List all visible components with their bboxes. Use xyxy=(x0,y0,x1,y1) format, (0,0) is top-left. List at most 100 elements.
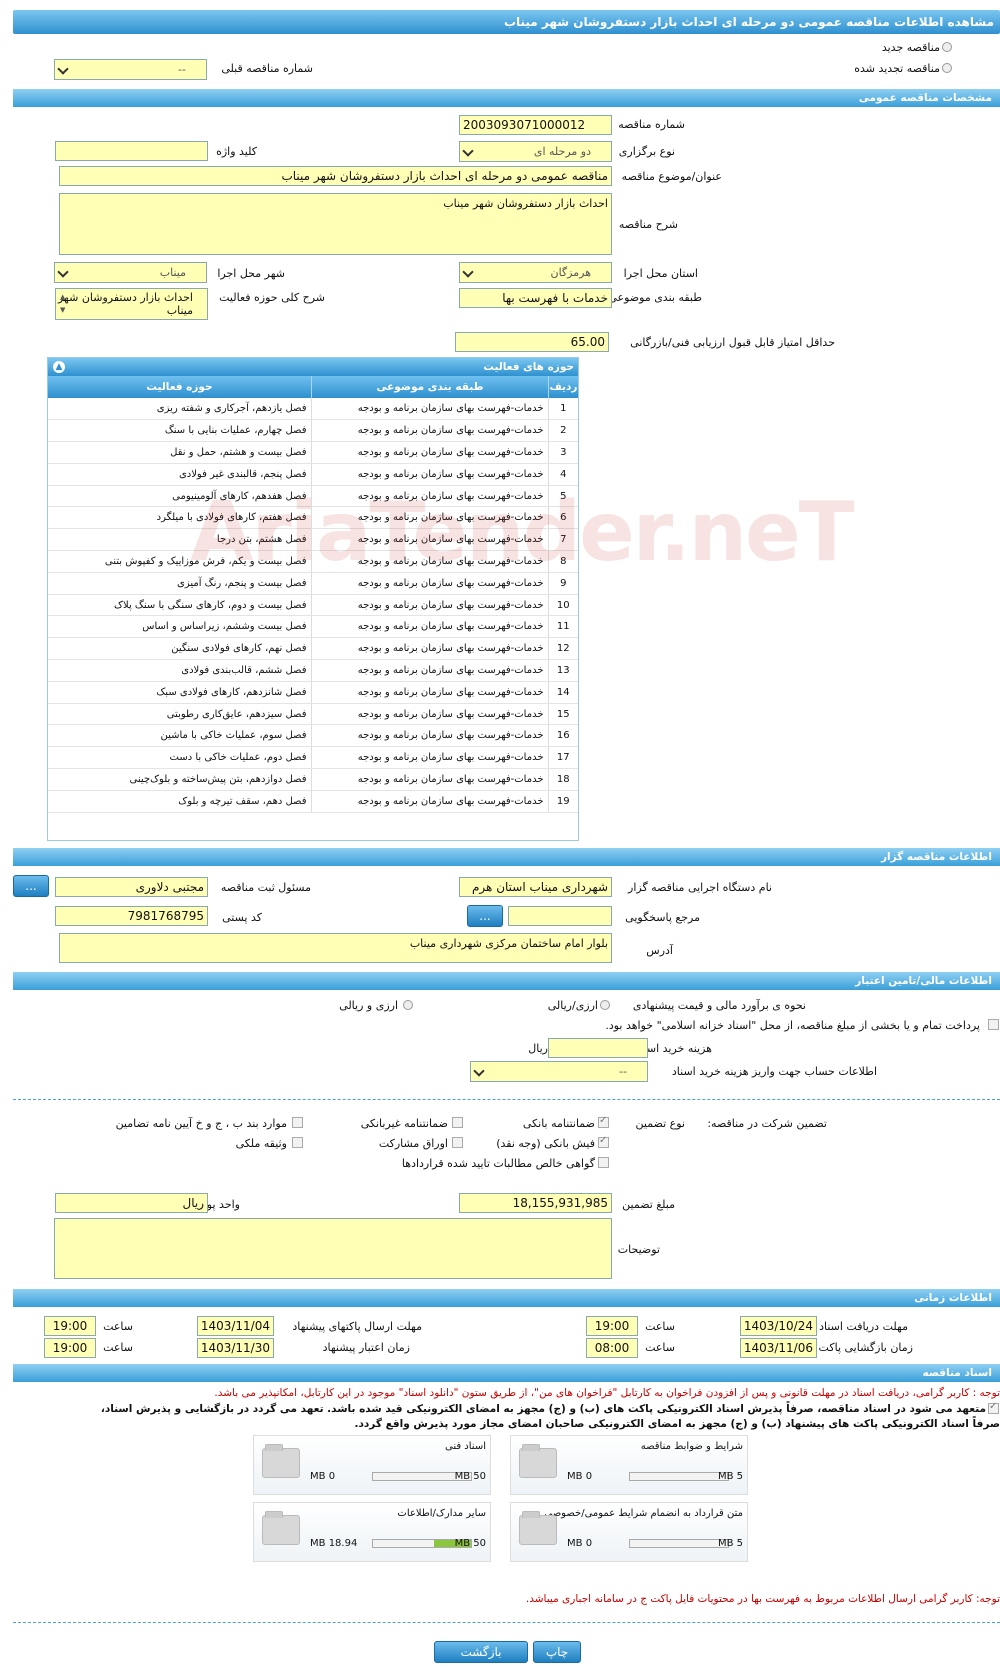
reference-field xyxy=(508,906,612,926)
activity-row-category: خدمات-فهرست بهای سازمان برنامه و بودجه xyxy=(310,768,548,791)
keyword-field[interactable] xyxy=(55,141,208,161)
cash-receipt-checkbox[interactable] xyxy=(598,1135,609,1148)
folder-icon xyxy=(519,1444,557,1478)
bylaw-items-label: موارد بند ب ، ج و خ آیین نامه تضامین xyxy=(115,1117,287,1130)
responsible-label: مسئول ثبت مناقصه xyxy=(220,881,311,894)
treasury-label: پرداخت تمام و یا بخشی از مبلغ مناقصه، از… xyxy=(605,1019,980,1032)
watermark: AriaTender.neT xyxy=(190,485,855,580)
activity-row-category: خدمات-فهرست بهای سازمان برنامه و بودجه xyxy=(310,441,548,464)
activity-row: 12 خدمات-فهرست بهای سازمان برنامه و بودجه… xyxy=(48,637,578,661)
bonds-checkbox[interactable] xyxy=(452,1137,463,1148)
description-field: احداث بازار دستفروشان شهر میناب xyxy=(59,193,612,255)
activity-row-index: 3 xyxy=(547,441,578,464)
open-label: زمان بازگشایی پاکت ها xyxy=(805,1341,913,1354)
activity-row-category: خدمات-فهرست بهای سازمان برنامه و بودجه xyxy=(310,615,548,639)
page-title: مشاهده اطلاعات مناقصه عمومی دو مرحله ای … xyxy=(13,10,1000,34)
send-date: 1403/11/04 xyxy=(197,1316,274,1336)
footer-note: توجه: کاربر گرامی ارسال اطلاعات مربوط به… xyxy=(525,1593,1000,1605)
bonds-label: اوراق مشارکت xyxy=(378,1137,448,1150)
treasury-checkbox[interactable] xyxy=(988,1019,999,1030)
activity-row: 19 خدمات-فهرست بهای سازمان برنامه و بودجه… xyxy=(48,790,578,813)
docs-note-3: صرفاً اسناد الکترونیکی پاکت های پیشنهاد … xyxy=(354,1418,1000,1430)
city-select[interactable]: میناب xyxy=(54,262,207,283)
type-select[interactable]: دو مرحله ای xyxy=(459,141,612,162)
province-label: استان محل اجرا xyxy=(623,267,698,280)
subject-field: مناقصه عمومی دو مرحله ای احداث بازار دست… xyxy=(59,166,612,186)
folder-icon xyxy=(262,1511,300,1545)
activity-row-category: خدمات-فهرست بهای سازمان برنامه و بودجه xyxy=(310,594,548,617)
activity-row: 14 خدمات-فهرست بهای سازمان برنامه و بودجه… xyxy=(48,681,578,704)
province-select[interactable]: هرمزگان xyxy=(459,262,612,283)
activity-row-field: فصل ششم، قالب‌بندی فولادی xyxy=(48,659,311,682)
doc-card-used: 0 MB xyxy=(567,1538,593,1549)
validity-time: 19:00 xyxy=(44,1338,96,1358)
estimate-method-label: نحوه ی برآورد مالی و قیمت پیشنهادی xyxy=(632,999,806,1012)
print-button[interactable]: چاپ xyxy=(533,1641,581,1663)
folder-icon xyxy=(262,1444,300,1478)
timing-header: اطلاعات زمانی xyxy=(13,1289,1000,1307)
col-index: ردیف xyxy=(548,376,578,398)
keyword-label: کلید واژه xyxy=(216,145,257,158)
notes-label: توضیحات xyxy=(617,1243,660,1256)
currency-and-rial-radio[interactable] xyxy=(403,1000,413,1010)
new-tender-radio[interactable] xyxy=(942,42,952,52)
description-label: شرح مناقصه xyxy=(618,218,678,231)
postal-label: کد پستی xyxy=(222,911,262,924)
folder-icon xyxy=(519,1511,557,1545)
doc-card[interactable]: متن قرارداد به انضمام شرایط عمومی/خصوصی 5… xyxy=(510,1502,748,1562)
bank-guarantee-label: ضمانتنامه بانکی xyxy=(522,1117,595,1130)
activity-row: 11 خدمات-فهرست بهای سازمان برنامه و بودجه… xyxy=(48,615,578,639)
activity-row-index: 13 xyxy=(547,659,578,682)
renewed-tender-radio[interactable] xyxy=(942,63,952,73)
reference-lookup-button[interactable]: ... xyxy=(467,905,503,927)
property-collateral-label: وثیقه ملکی xyxy=(235,1137,287,1150)
doc-card-title: اسناد فنی xyxy=(445,1441,486,1452)
commit-checkbox[interactable] xyxy=(988,1401,999,1414)
doc-card[interactable]: سایر مدارک/اطلاعات 50 MB 18.94 MB xyxy=(253,1502,491,1562)
col-category: طبقه بندی موضوعی xyxy=(311,376,548,398)
responsible-lookup-button[interactable]: ... xyxy=(13,875,49,897)
activity-row-category: خدمات-فهرست بهای سازمان برنامه و بودجه xyxy=(310,419,548,443)
guarantee-type-label: نوع تضمین xyxy=(635,1117,685,1130)
doc-card-used: 0 MB xyxy=(310,1471,336,1482)
activity-row: 3 خدمات-فهرست بهای سازمان برنامه و بودجه ف… xyxy=(48,441,578,464)
activity-row-index: 12 xyxy=(547,637,578,661)
activity-row-index: 4 xyxy=(547,463,578,486)
doc-card[interactable]: شرایط و ضوابط مناقصه 5 MB 0 MB xyxy=(510,1435,748,1495)
activity-row-field: فصل پنجم، قالبندی غیر فولادی xyxy=(48,463,311,486)
validity-time-label: ساعت xyxy=(103,1341,133,1354)
back-button[interactable]: بازگشت xyxy=(434,1641,528,1663)
currency-rial-radio[interactable] xyxy=(600,1000,610,1010)
get-docs-time-label: ساعت xyxy=(645,1320,675,1333)
org-header: اطلاعات مناقصه گزار xyxy=(13,848,1000,866)
collapse-icon[interactable]: ▲ xyxy=(53,361,65,373)
account-select[interactable]: -- xyxy=(470,1061,648,1082)
activity-row-index: 1 xyxy=(547,398,578,421)
validity-label: زمان اعتبار پیشنهاد xyxy=(322,1341,410,1354)
property-collateral-checkbox[interactable] xyxy=(292,1137,303,1148)
activity-title: حوزه های فعالیت ▲ xyxy=(48,358,578,376)
category-field: خدمات با فهرست بها xyxy=(459,288,612,308)
send-label: مهلت ارسال پاکتهای پیشنهاد xyxy=(292,1320,422,1333)
address-field: بلوار امام ساختمان مرکزی شهرداری میناب xyxy=(59,933,612,963)
net-claims-checkbox[interactable] xyxy=(598,1157,609,1168)
activity-row: 4 خدمات-فهرست بهای سازمان برنامه و بودجه ف… xyxy=(48,463,578,486)
doc-card-max: 5 MB xyxy=(717,1471,743,1482)
guarantee-label: تضمین شرکت در مناقصه: xyxy=(707,1117,827,1130)
activity-row-category: خدمات-فهرست بهای سازمان برنامه و بودجه xyxy=(310,463,548,486)
bank-guarantee-checkbox[interactable] xyxy=(598,1115,609,1128)
nonbank-guarantee-checkbox[interactable] xyxy=(452,1117,463,1128)
activity-row-category: خدمات-فهرست بهای سازمان برنامه و بودجه xyxy=(310,790,548,813)
activity-row-index: 19 xyxy=(547,790,578,813)
min-score-field: 65.00 xyxy=(455,332,609,352)
new-tender-label: مناقصه جدید xyxy=(881,41,940,54)
doc-card-title: سایر مدارک/اطلاعات xyxy=(397,1508,486,1519)
bylaw-items-checkbox[interactable] xyxy=(292,1117,303,1128)
activity-row-index: 11 xyxy=(547,615,578,639)
doc-card[interactable]: اسناد فنی 50 MB 0 MB xyxy=(253,1435,491,1495)
subject-label: عنوان/موضوع مناقصه xyxy=(621,170,722,183)
validity-date: 1403/11/30 xyxy=(197,1338,274,1358)
prev-number-select[interactable]: -- xyxy=(54,59,207,80)
renewed-tender-label: مناقصه تجدید شده xyxy=(854,62,940,75)
net-claims-label: گواهی خالص مطالبات تایید شده قراردادها xyxy=(401,1157,595,1170)
